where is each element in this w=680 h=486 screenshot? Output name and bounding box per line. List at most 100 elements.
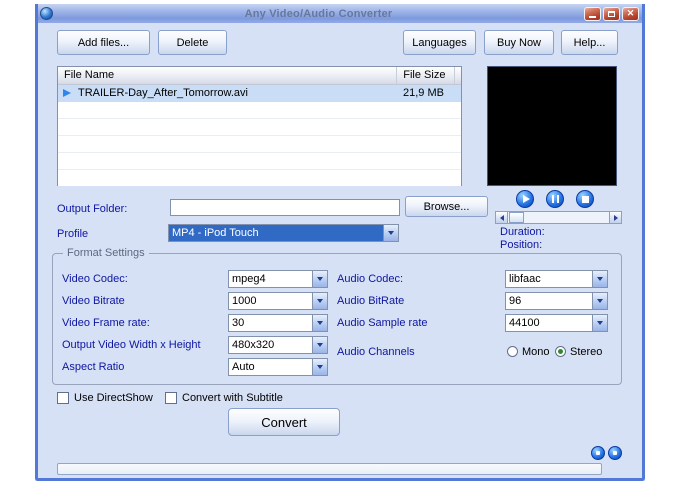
video-codec-label: Video Codec: <box>62 273 128 285</box>
profile-value: MP4 - iPod Touch <box>169 225 383 241</box>
column-header-file-size[interactable]: File Size <box>397 67 455 84</box>
audio-bitrate-combo[interactable]: 96 <box>505 292 608 310</box>
seek-bar[interactable] <box>495 211 622 224</box>
mono-label[interactable]: Mono <box>522 346 550 358</box>
audio-codec-dropdown-button[interactable] <box>592 271 607 287</box>
file-list-body[interactable]: TRAILER-Day_After_Tomorrow.avi 21,9 MB <box>58 85 461 186</box>
window-title: Any Video/Audio Converter <box>244 7 393 20</box>
close-icon: ✕ <box>626 8 635 18</box>
chevron-down-icon <box>317 343 323 347</box>
output-size-label: Output Video Width x Height <box>62 339 201 351</box>
stereo-label[interactable]: Stereo <box>570 346 602 358</box>
video-framerate-value: 30 <box>232 317 245 329</box>
column-header-spacer <box>455 67 461 84</box>
languages-button[interactable]: Languages <box>403 30 476 55</box>
add-files-button[interactable]: Add files... <box>57 30 150 55</box>
stop-icon <box>581 195 589 203</box>
bottom-right-button-2[interactable] <box>608 446 622 460</box>
video-framerate-dropdown-button[interactable] <box>312 315 327 331</box>
output-folder-label: Output Folder: <box>57 203 128 215</box>
audio-samplerate-dropdown-button[interactable] <box>592 315 607 331</box>
delete-button[interactable]: Delete <box>158 30 227 55</box>
video-bitrate-combo[interactable]: 1000 <box>228 292 328 310</box>
use-directshow-label[interactable]: Use DirectShow <box>74 392 153 404</box>
profile-dropdown-button[interactable] <box>383 225 398 241</box>
pause-icon <box>551 195 559 203</box>
duration-label: Duration: <box>500 226 545 238</box>
file-name-cell: TRAILER-Day_After_Tomorrow.avi <box>78 87 248 99</box>
column-header-file-name[interactable]: File Name <box>58 67 398 84</box>
minimize-button[interactable] <box>584 6 601 21</box>
output-size-dropdown-button[interactable] <box>312 337 327 353</box>
video-codec-value: mpeg4 <box>232 273 266 285</box>
file-arrow-icon <box>63 89 71 97</box>
mini-glyph-icon <box>596 451 600 455</box>
bottom-right-button-1[interactable] <box>591 446 605 460</box>
file-list-header[interactable]: File Name File Size <box>58 67 461 85</box>
app-icon <box>40 7 53 20</box>
profile-label: Profile <box>57 228 89 240</box>
arrow-right-icon <box>613 214 618 221</box>
checkbox-convert-with-subtitle[interactable] <box>165 392 177 404</box>
profile-combo[interactable]: MP4 - iPod Touch <box>168 224 399 242</box>
video-framerate-combo[interactable]: 30 <box>228 314 328 332</box>
file-row-selected[interactable]: TRAILER-Day_After_Tomorrow.avi 21,9 MB <box>58 85 461 102</box>
audio-bitrate-label: Audio BitRate <box>337 295 405 307</box>
chevron-down-icon <box>597 299 603 303</box>
video-preview <box>487 66 617 186</box>
audio-bitrate-dropdown-button[interactable] <box>592 293 607 309</box>
chevron-down-icon <box>317 277 323 281</box>
chevron-down-icon <box>597 321 603 325</box>
aspect-ratio-combo[interactable]: Auto <box>228 358 328 376</box>
video-codec-combo[interactable]: mpeg4 <box>228 270 328 288</box>
seek-left-button[interactable] <box>495 211 508 224</box>
audio-samplerate-value: 44100 <box>509 317 540 329</box>
file-list[interactable]: File Name File Size TRAILER-Day_After_To… <box>57 66 462 186</box>
close-button[interactable]: ✕ <box>622 6 639 21</box>
radio-mono[interactable] <box>507 346 518 357</box>
format-settings-title: Format Settings <box>63 247 149 259</box>
app-window: Any Video/Audio Converter ✕ Add files...… <box>35 4 645 481</box>
seek-track[interactable] <box>508 211 609 224</box>
play-button[interactable] <box>516 190 534 208</box>
chevron-down-icon <box>317 299 323 303</box>
file-size-cell: 21,9 MB <box>403 87 444 99</box>
radio-stereo[interactable] <box>555 346 566 357</box>
aspect-ratio-value: Auto <box>232 361 255 373</box>
seek-right-button[interactable] <box>609 211 622 224</box>
audio-channels-label: Audio Channels <box>337 346 415 358</box>
audio-bitrate-value: 96 <box>509 295 522 307</box>
video-framerate-label: Video Frame rate: <box>62 317 150 329</box>
arrow-left-icon <box>499 214 504 221</box>
checkbox-use-directshow[interactable] <box>57 392 69 404</box>
convert-with-subtitle-label[interactable]: Convert with Subtitle <box>182 392 283 404</box>
convert-button[interactable]: Convert <box>228 408 340 436</box>
chevron-down-icon <box>388 231 394 235</box>
audio-codec-value: libfaac <box>509 273 541 285</box>
video-bitrate-dropdown-button[interactable] <box>312 293 327 309</box>
minimize-icon <box>589 15 596 18</box>
buy-now-button[interactable]: Buy Now <box>484 30 554 55</box>
stop-button[interactable] <box>576 190 594 208</box>
audio-samplerate-label: Audio Sample rate <box>337 317 428 329</box>
help-button[interactable]: Help... <box>561 30 618 55</box>
aspect-ratio-dropdown-button[interactable] <box>312 359 327 375</box>
aspect-ratio-label: Aspect Ratio <box>62 361 125 373</box>
seek-thumb[interactable] <box>509 212 524 223</box>
browse-button[interactable]: Browse... <box>405 196 488 217</box>
maximize-icon <box>608 10 615 17</box>
audio-codec-label: Audio Codec: <box>337 273 404 285</box>
pause-button[interactable] <box>546 190 564 208</box>
audio-codec-combo[interactable]: libfaac <box>505 270 608 288</box>
position-label: Position: <box>500 239 543 251</box>
video-codec-dropdown-button[interactable] <box>312 271 327 287</box>
play-icon <box>522 195 530 203</box>
output-folder-input[interactable] <box>170 199 400 216</box>
mini-glyph-icon <box>613 451 617 455</box>
titlebar[interactable]: Any Video/Audio Converter ✕ <box>35 4 645 23</box>
screenshot-canvas: Any Video/Audio Converter ✕ Add files...… <box>0 0 680 486</box>
output-size-combo[interactable]: 480x320 <box>228 336 328 354</box>
chevron-down-icon <box>317 321 323 325</box>
audio-samplerate-combo[interactable]: 44100 <box>505 314 608 332</box>
maximize-button[interactable] <box>603 6 620 21</box>
